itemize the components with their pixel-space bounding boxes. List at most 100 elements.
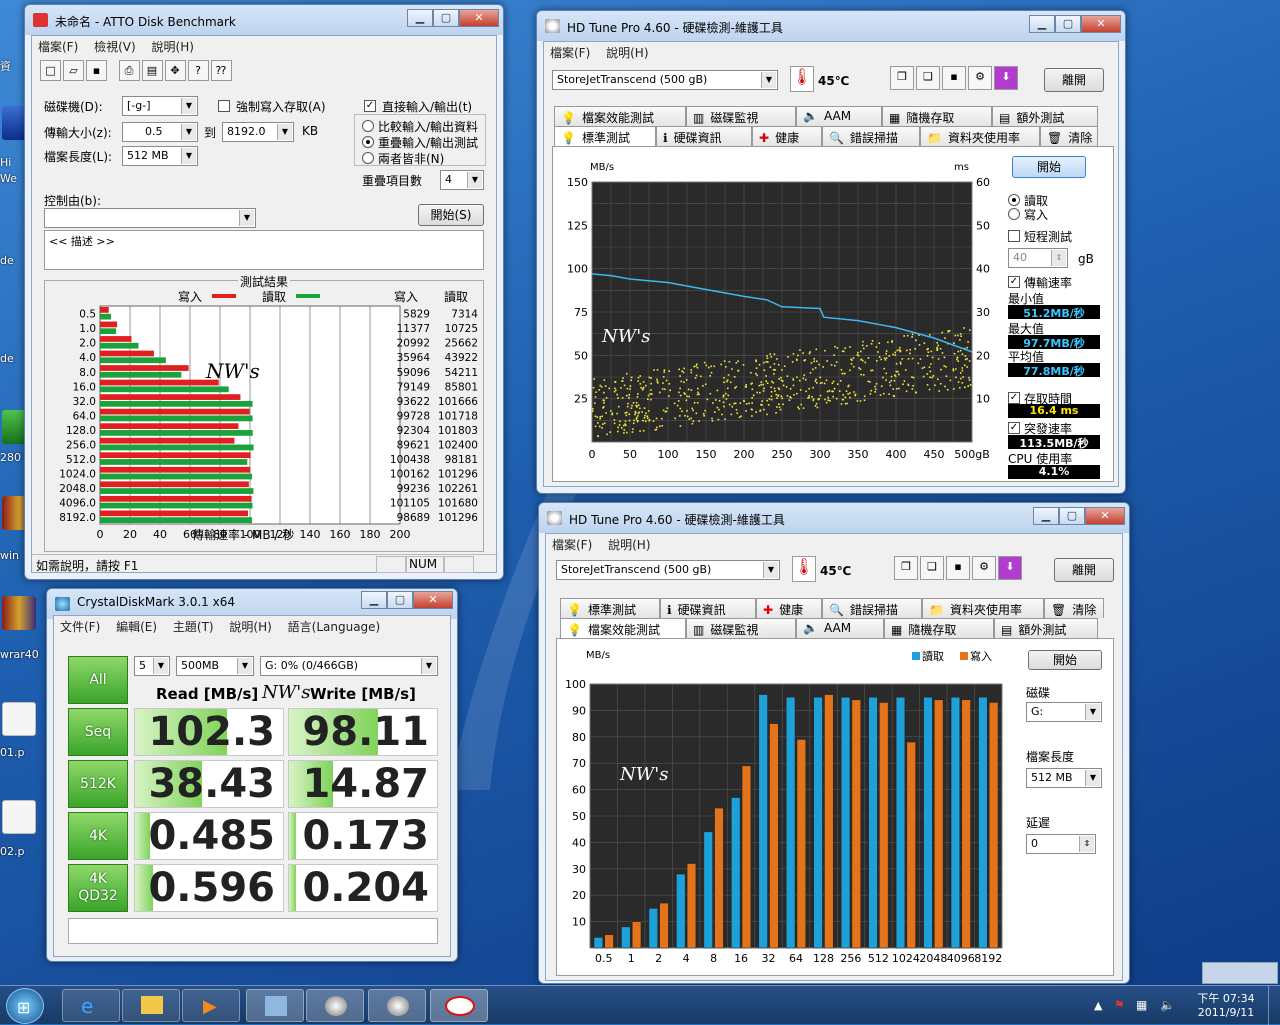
maximize-button[interactable]: ▢ <box>433 9 459 27</box>
taskbar-atto[interactable] <box>430 989 488 1022</box>
tab-aam[interactable]: 🔈 AAM <box>796 106 882 126</box>
menu-file[interactable]: 檔案(F) <box>32 36 84 57</box>
language-bar[interactable] <box>1202 962 1278 984</box>
copy-info-icon[interactable]: ❑ <box>920 556 944 580</box>
transfer-to-select[interactable]: 8192.0 ▼ <box>222 122 294 142</box>
menu-help[interactable]: 說明(H) <box>602 534 656 555</box>
tab-health[interactable]: ✚ 健康 <box>756 598 822 618</box>
taskbar-hdtune[interactable] <box>306 989 364 1022</box>
size-select[interactable]: 500MB ▼ <box>176 656 254 676</box>
taskbar-explorer[interactable] <box>122 989 180 1022</box>
tab-benchmark[interactable]: 💡 標準測試 <box>554 126 656 148</box>
minimize-button[interactable]: ▁ <box>1029 15 1055 33</box>
options-icon[interactable]: ⚙ <box>972 556 996 580</box>
comment-field[interactable] <box>68 918 438 944</box>
volume-icon[interactable]: 🔈 <box>1160 998 1175 1012</box>
menu-language[interactable]: 語言(Language) <box>282 616 387 637</box>
menu-file[interactable]: 檔案(F) <box>546 534 598 555</box>
taskbar-ie[interactable]: e <box>62 989 120 1022</box>
4k-button[interactable]: 4K <box>68 812 128 860</box>
maximize-button[interactable]: ▢ <box>1059 507 1085 525</box>
menu-help[interactable]: 說明(H) <box>600 42 654 63</box>
tab-info[interactable]: ℹ 硬碟資訊 <box>656 126 752 146</box>
action-center-icon[interactable]: ⚑ <box>1114 998 1125 1012</box>
tab-health[interactable]: ✚ 健康 <box>752 126 822 146</box>
open-icon[interactable]: ▱ <box>63 60 84 81</box>
hdtune-titlebar[interactable]: HD Tune Pro 4.60 - 硬碟檢測-維護工具 ▁ ▢ ✕ <box>537 11 1125 41</box>
tab-erase[interactable]: 🗑 清除 <box>1040 126 1098 146</box>
move-icon[interactable]: ✥ <box>164 60 186 81</box>
print-icon[interactable]: ⎙ <box>118 60 140 81</box>
tab-info[interactable]: ℹ 硬碟資訊 <box>660 598 756 618</box>
neither-radio[interactable] <box>362 152 374 164</box>
short-test-checkbox[interactable] <box>1008 230 1020 242</box>
menu-file[interactable]: 檔案(F) <box>544 42 596 63</box>
options-icon[interactable]: ⚙ <box>968 66 992 90</box>
description-field[interactable]: << 描述 >> <box>44 230 484 270</box>
tab-aam[interactable]: 🔈 AAM <box>796 618 884 638</box>
context-help-icon[interactable]: ⁇ <box>210 60 232 81</box>
4k-qd32-button[interactable]: 4K QD32 <box>68 864 128 912</box>
copy-icon[interactable]: ❐ <box>890 66 914 90</box>
delay-stepper[interactable]: 0 ⇕ <box>1026 834 1096 854</box>
drive-select[interactable]: StoreJetTranscend (500 gB) ▼ <box>552 70 778 90</box>
tab-disk-monitor[interactable]: ▥ 磁碟監視 <box>686 618 796 638</box>
tab-erase[interactable]: 🗑 清除 <box>1044 598 1104 618</box>
tab-extra-tests[interactable]: ▤ 額外測試 <box>992 106 1098 126</box>
menu-theme[interactable]: 主題(T) <box>167 616 220 637</box>
all-button[interactable]: All <box>68 656 128 704</box>
force-write-checkbox[interactable] <box>218 100 230 112</box>
512k-button[interactable]: 512K <box>68 760 128 808</box>
close-button[interactable]: ✕ <box>1081 15 1121 33</box>
taskbar-hdtune-2[interactable] <box>368 989 426 1022</box>
maximize-button[interactable]: ▢ <box>1055 15 1081 33</box>
menu-edit[interactable]: 編輯(E) <box>110 616 163 637</box>
close-button[interactable]: ✕ <box>413 591 453 609</box>
drive-select[interactable]: StoreJetTranscend (500 gB) ▼ <box>556 560 780 580</box>
image-file-icon[interactable] <box>2 800 36 834</box>
drive-select[interactable]: [-g-] ▼ <box>122 96 198 116</box>
maximize-button[interactable]: ▢ <box>387 591 413 609</box>
overlap-radio[interactable] <box>362 136 374 148</box>
tab-error-scan[interactable]: 🔍 錯誤掃描 <box>822 598 922 618</box>
menu-file[interactable]: 文件(F) <box>54 616 106 637</box>
exit-button[interactable]: 離開 <box>1054 558 1114 582</box>
transfer-from-select[interactable]: 0.5 ▼ <box>122 122 198 142</box>
controlled-select[interactable]: ▼ <box>44 208 256 228</box>
tab-file-benchmark[interactable]: 💡 檔案效能測試 <box>560 618 686 640</box>
tab-extra-tests[interactable]: ▤ 額外測試 <box>994 618 1098 638</box>
disk-select[interactable]: G: ▼ <box>1026 702 1102 722</box>
taskbar-cdm[interactable] <box>246 989 304 1022</box>
tab-random-access[interactable]: ▦ 隨機存取 <box>884 618 994 638</box>
start-button[interactable]: 開始 <box>1012 156 1086 178</box>
download-icon[interactable]: ⬇ <box>994 66 1018 90</box>
seq-button[interactable]: Seq <box>68 708 128 756</box>
menu-view[interactable]: 檢視(V) <box>88 36 142 57</box>
download-icon[interactable]: ⬇ <box>998 556 1022 580</box>
minimize-button[interactable]: ▁ <box>361 591 387 609</box>
save-icon[interactable]: ▪ <box>946 556 970 580</box>
minimize-button[interactable]: ▁ <box>1033 507 1059 525</box>
tab-disk-monitor[interactable]: ▥ 磁碟監視 <box>686 106 796 126</box>
menu-help[interactable]: 說明(H) <box>223 616 277 637</box>
minimize-button[interactable]: ▁ <box>407 9 433 27</box>
save-icon[interactable]: ▪ <box>942 66 966 90</box>
tab-file-benchmark[interactable]: 💡 檔案效能測試 <box>554 106 686 126</box>
tab-benchmark[interactable]: 💡 標準測試 <box>560 598 660 618</box>
tab-folder-usage[interactable]: 📁 資料夾使用率 <box>920 126 1040 146</box>
file-length-select[interactable]: 512 MB ▼ <box>122 146 198 166</box>
tab-random-access[interactable]: ▦ 隨機存取 <box>882 106 992 126</box>
clock[interactable]: 下午 07:34 2011/9/11 <box>1190 990 1262 1019</box>
new-icon[interactable]: □ <box>40 60 61 81</box>
count-select[interactable]: 5 ▼ <box>134 656 170 676</box>
network-icon[interactable]: ▦ <box>1136 998 1147 1012</box>
tab-error-scan[interactable]: 🔍 錯誤掃描 <box>822 126 920 146</box>
atto-titlebar[interactable]: 未命名 - ATTO Disk Benchmark ▁ ▢ ✕ <box>25 5 503 35</box>
show-desktop-button[interactable] <box>1268 986 1280 1025</box>
image-file-icon[interactable] <box>2 702 36 736</box>
close-button[interactable]: ✕ <box>1085 507 1125 525</box>
preview-icon[interactable]: ▤ <box>141 60 163 81</box>
start-button[interactable]: 開始(S) <box>418 204 484 226</box>
taskbar-media-player[interactable]: ▶ <box>182 989 240 1022</box>
copy-info-icon[interactable]: ❑ <box>916 66 940 90</box>
